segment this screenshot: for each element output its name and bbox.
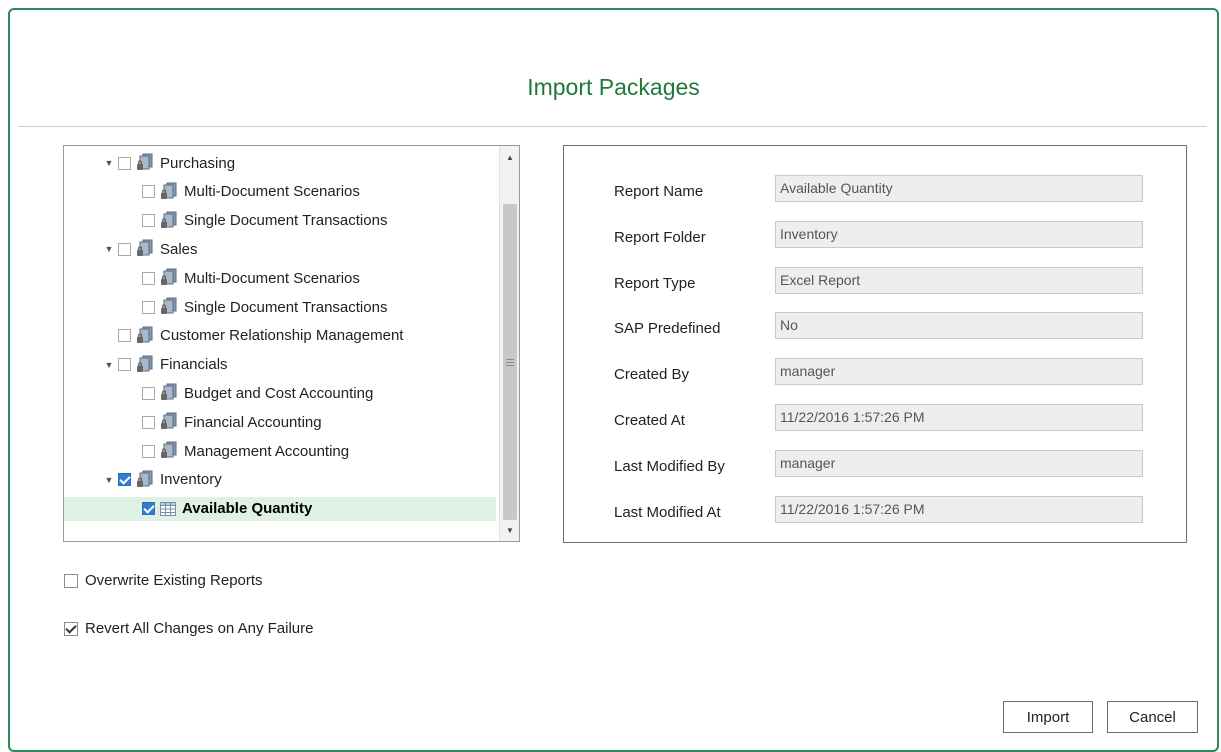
tree-item-checkbox[interactable] xyxy=(118,329,131,343)
tree-item-label: Inventory xyxy=(160,471,222,489)
tree-item-label: Budget and Cost Accounting xyxy=(184,384,374,402)
tree-item-checkbox[interactable] xyxy=(118,156,131,170)
tree-item[interactable]: ▼ Sales xyxy=(64,237,198,261)
property-label: Created At xyxy=(614,412,685,429)
tree-item-label: Single Document Transactions xyxy=(184,212,388,230)
tree-item[interactable]: Management Accounting xyxy=(64,439,349,463)
property-label: Last Modified By xyxy=(614,457,725,475)
tree-item[interactable]: ▼ Purchasing xyxy=(64,151,235,175)
property-value-field: Excel Report xyxy=(775,266,1143,294)
tree-item[interactable]: Single Document Transactions xyxy=(64,209,387,233)
report-properties-panel: Report Name Available Quantity Report Fold… xyxy=(563,145,1187,543)
tree-item[interactable]: ▼ Inventory xyxy=(64,468,222,492)
tree-item[interactable]: Customer Relationship Management xyxy=(64,324,403,348)
table-icon xyxy=(160,501,176,516)
tree-item[interactable]: ▼ Financials xyxy=(64,353,228,377)
tree-item[interactable]: Multi-Document Scenarios xyxy=(64,180,360,204)
tree-item-label: Available Quantity xyxy=(182,500,313,518)
property-label: Report Type xyxy=(614,274,696,292)
property-value-field: 11/22/2016 1:57:26 PM xyxy=(775,404,1143,431)
title-divider xyxy=(18,126,1207,127)
property-value-field: Inventory xyxy=(775,220,1143,248)
tree-item-checkbox[interactable] xyxy=(142,214,155,228)
tree-item-label: Multi-Document Scenarios xyxy=(184,269,360,287)
package-icon xyxy=(136,153,154,173)
overwrite-label: Overwrite Existing Reports xyxy=(85,572,263,589)
property-label: Created By xyxy=(614,366,690,384)
property-label: SAP Predefined xyxy=(614,320,721,338)
tree-item[interactable]: Multi-Document Scenarios xyxy=(64,266,360,290)
revert-checkbox[interactable] xyxy=(64,621,78,636)
package-icon xyxy=(136,239,154,259)
cancel-button[interactable]: Cancel xyxy=(1107,701,1198,733)
tree-item-label: Single Document Transactions xyxy=(184,298,388,316)
tree-item-checkbox[interactable] xyxy=(142,415,155,429)
tree-item-checkbox[interactable] xyxy=(118,242,131,256)
package-icon xyxy=(160,297,178,317)
package-icon xyxy=(160,211,178,231)
package-icon xyxy=(136,470,154,490)
grip-icon xyxy=(506,359,514,366)
overwrite-checkbox[interactable] xyxy=(64,573,78,588)
scroll-thumb[interactable] xyxy=(503,204,517,520)
tree-item-checkbox[interactable] xyxy=(142,185,155,199)
overwrite-existing-option[interactable]: Overwrite Existing Reports xyxy=(64,572,263,589)
scroll-up-arrow-icon[interactable]: ▲ xyxy=(500,148,519,166)
property-value-field: Available Quantity xyxy=(775,175,1143,202)
package-icon xyxy=(160,441,178,461)
property-label: Last Modified At xyxy=(614,503,721,521)
expand-arrow-icon[interactable]: ▼ xyxy=(102,360,116,370)
package-tree[interactable]: ▼ Purchasing Multi-Document Scenarios Singl… xyxy=(63,145,520,542)
scroll-down-arrow-icon[interactable]: ▼ xyxy=(500,521,519,539)
tree-item-checkbox[interactable] xyxy=(118,358,131,372)
tree-item-checkbox[interactable] xyxy=(142,300,155,314)
tree-item-label: Purchasing xyxy=(160,154,236,172)
tree-item-label: Management Accounting xyxy=(184,442,350,460)
import-packages-dialog: Import Packages ▼ Purchasing Multi-Documen… xyxy=(8,8,1219,752)
package-icon xyxy=(160,383,178,403)
expand-arrow-icon[interactable]: ▼ xyxy=(102,158,116,168)
tree-item-label: Customer Relationship Management xyxy=(160,327,404,345)
tree-item-checkbox[interactable] xyxy=(142,444,155,458)
package-icon xyxy=(160,182,178,202)
tree-item[interactable]: Financial Accounting xyxy=(64,410,322,434)
tree-item-checkbox[interactable] xyxy=(142,502,155,516)
property-value-field: No xyxy=(775,312,1143,340)
package-icon xyxy=(136,355,154,375)
package-icon xyxy=(136,326,154,346)
tree-item-checkbox[interactable] xyxy=(118,473,131,487)
property-value-field: manager xyxy=(775,358,1143,386)
tree-item-label: Financials xyxy=(160,356,228,374)
property-label: Report Folder xyxy=(614,228,706,246)
package-icon xyxy=(160,268,178,288)
tree-item-label: Financial Accounting xyxy=(184,413,322,431)
tree-item[interactable]: Budget and Cost Accounting xyxy=(64,381,373,405)
tree-item-checkbox[interactable] xyxy=(142,271,155,285)
tree-item[interactable]: Single Document Transactions xyxy=(64,295,387,319)
tree-scrollbar[interactable]: ▲ ▼ xyxy=(499,146,519,541)
dialog-title: Import Packages xyxy=(527,74,700,100)
revert-label: Revert All Changes on Any Failure xyxy=(85,620,314,637)
property-value-field: manager xyxy=(775,449,1143,477)
revert-changes-option[interactable]: Revert All Changes on Any Failure xyxy=(64,620,313,637)
property-label: Report Name xyxy=(614,183,704,200)
expand-arrow-icon[interactable]: ▼ xyxy=(102,475,116,485)
tree-item-checkbox[interactable] xyxy=(142,386,155,400)
import-button[interactable]: Import xyxy=(1003,701,1093,733)
property-value-field: 11/22/2016 1:57:26 PM xyxy=(775,495,1143,523)
tree-item-label: Sales xyxy=(160,240,198,258)
tree-item-label: Multi-Document Scenarios xyxy=(184,183,360,201)
expand-arrow-icon[interactable]: ▼ xyxy=(102,244,116,254)
tree-item[interactable]: Available Quantity xyxy=(64,496,496,521)
package-icon xyxy=(160,412,178,432)
